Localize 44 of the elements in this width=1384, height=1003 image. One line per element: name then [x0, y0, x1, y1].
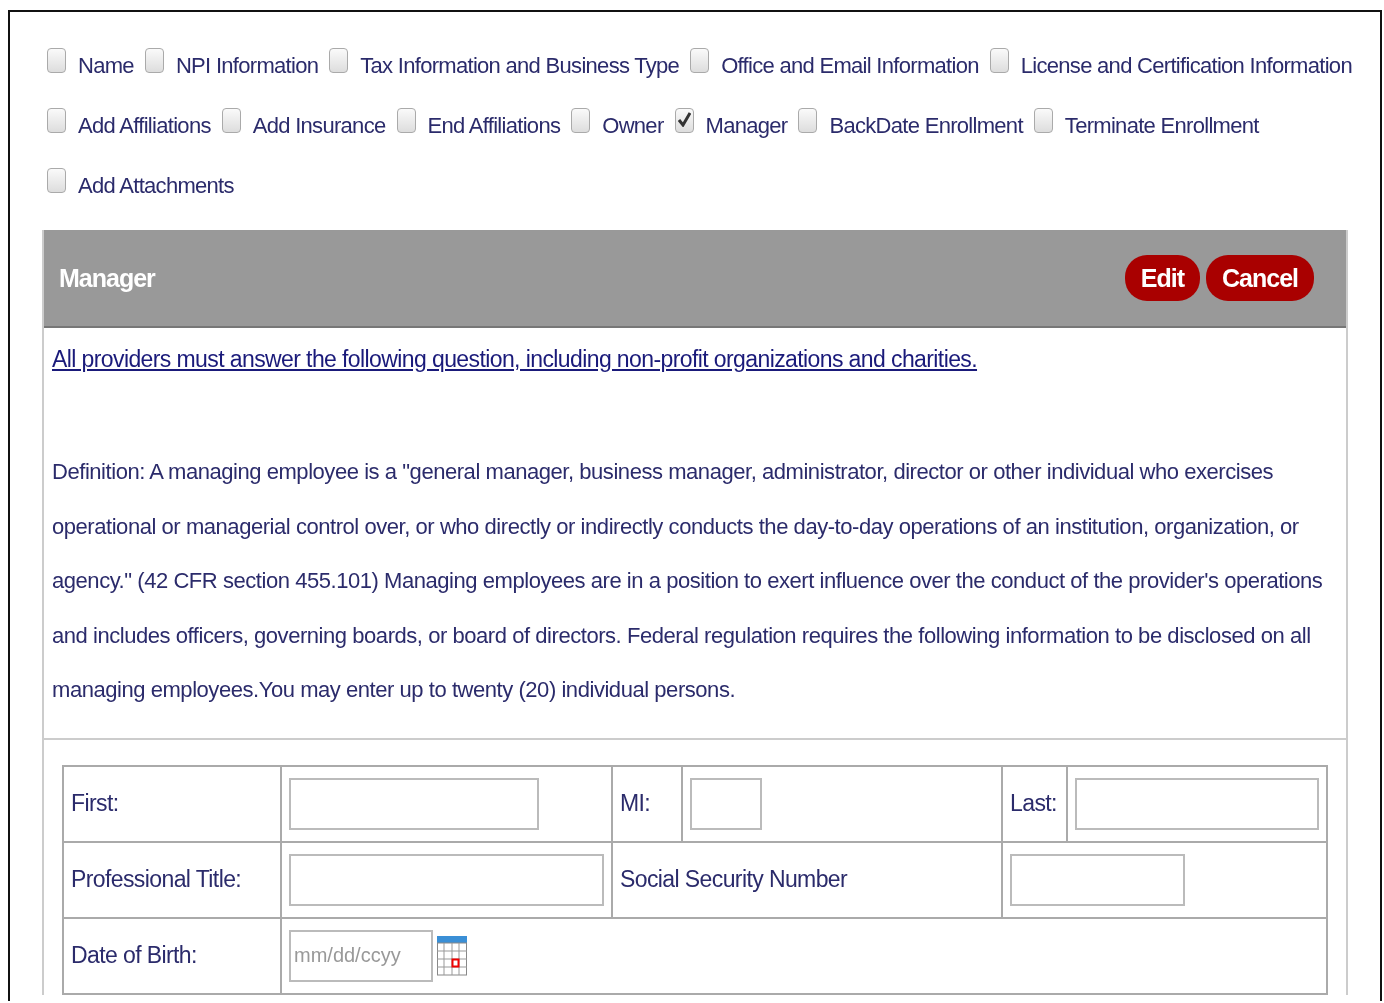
- checkbox[interactable]: [989, 47, 1009, 73]
- text-field[interactable]: [289, 853, 604, 906]
- definition-text: Definition: A managing employee is a "general manager, business manager, administrator, director or other individual who exercises operational or managerial control over, or who directly or indirectly conducts the day-to-day operations of an institution, organization, or agency." (42 CFR section 455.101) Managing employees are in a position to exert influence over the conduct of the provider's operations and includes officers, governing boards, or board of directors. Federal regulation requires the following information to be disclosed on all managing employees.You may enter up to twenty (20) individual persons.: [52, 458, 1324, 704]
- text-field[interactable]: [690, 777, 762, 830]
- checkbox-label: End Affiliations: [427, 112, 561, 140]
- checkbox[interactable]: [47, 47, 66, 73]
- checkbox[interactable]: [144, 47, 164, 73]
- checkbox-label: BackDate Enrollment: [829, 112, 1023, 140]
- cancel-button[interactable]: Cancel: [1206, 255, 1314, 301]
- calendar-icon[interactable]: [437, 935, 467, 976]
- checkbox[interactable]: [798, 107, 818, 133]
- text-field[interactable]: [1075, 777, 1319, 830]
- checkbox-label: Owner: [602, 112, 664, 140]
- field-label: Last:: [1010, 790, 1057, 816]
- field-label: MI:: [620, 790, 651, 816]
- panel-title: Manager: [59, 263, 157, 293]
- checkbox-label: Add Insurance: [252, 112, 386, 140]
- checkbox-label: Office and Email Information: [721, 52, 979, 80]
- text-field[interactable]: [1010, 853, 1185, 906]
- field-label: Professional Title:: [71, 866, 242, 892]
- checkbox[interactable]: [47, 107, 66, 133]
- checkbox[interactable]: [674, 107, 694, 133]
- checkbox[interactable]: [47, 167, 66, 193]
- checkbox[interactable]: [571, 107, 591, 133]
- checkbox[interactable]: [1033, 107, 1053, 133]
- checkbox[interactable]: [329, 47, 349, 73]
- text-field[interactable]: [289, 777, 539, 830]
- checkbox-label: Tax Information and Business Type: [360, 52, 680, 80]
- checkbox-label: Add Affiliations: [78, 112, 211, 140]
- date-field[interactable]: mm/dd/ccyy: [289, 929, 433, 982]
- checkbox-label: Manager: [705, 112, 788, 140]
- field-label: Date of Birth:: [71, 942, 197, 968]
- checkbox[interactable]: [690, 47, 710, 73]
- checkbox-label: Terminate Enrollment: [1064, 112, 1259, 140]
- checkbox[interactable]: [396, 107, 416, 133]
- field-label: First:: [71, 790, 119, 816]
- checkbox-label: License and Certification Information: [1020, 52, 1352, 80]
- field-label: Social Security Number: [620, 866, 848, 892]
- notice-link[interactable]: All providers must answer the following question, including non-profit organizations and charities.: [52, 346, 978, 373]
- edit-button[interactable]: Edit: [1124, 255, 1200, 301]
- checkbox[interactable]: [221, 107, 241, 133]
- checkbox-label: NPI Information: [175, 52, 319, 80]
- checkbox-label: Name: [78, 52, 134, 80]
- checkbox-label: Add Attachments: [78, 172, 234, 200]
